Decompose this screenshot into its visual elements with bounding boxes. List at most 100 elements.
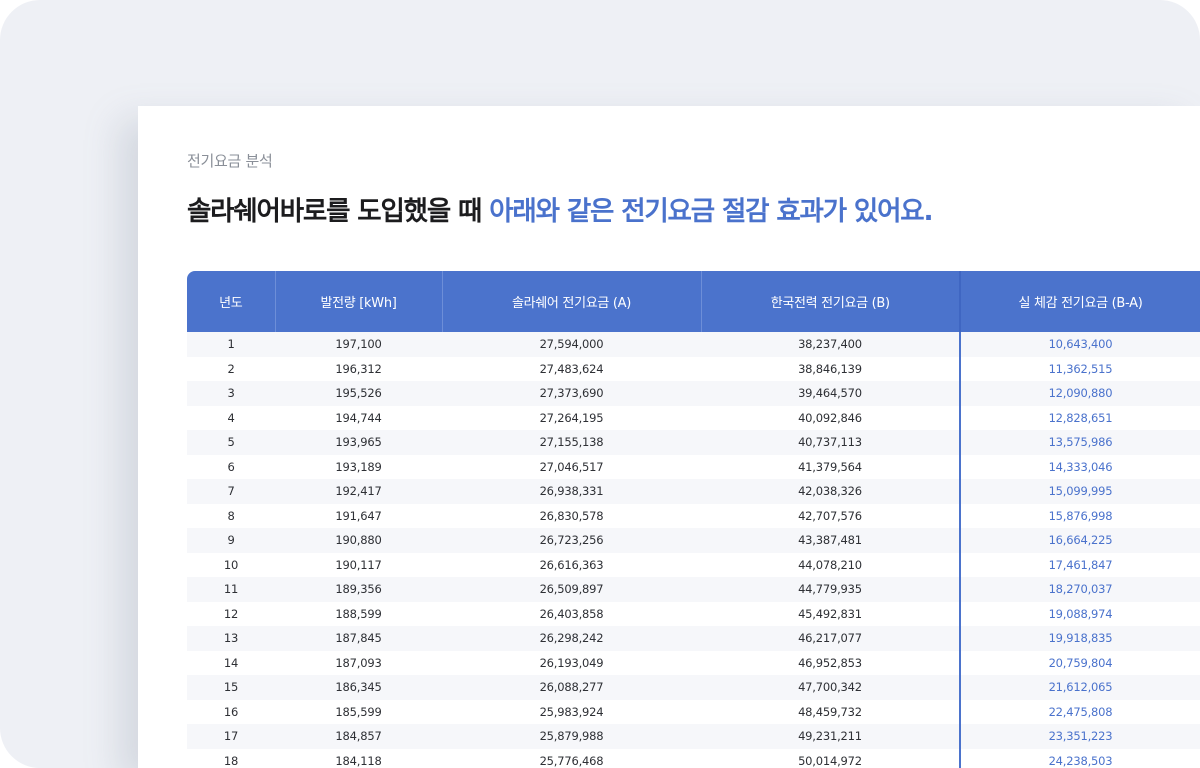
cell-kepco-fee: 45,492,831 bbox=[701, 601, 960, 626]
cell-year: 9 bbox=[187, 528, 275, 553]
cell-saving: 12,828,651 bbox=[959, 405, 1200, 430]
table-row: 6 193,189 27,046,517 41,379,564 14,333,046 bbox=[187, 454, 1200, 479]
table-row: 16 185,599 25,983,924 48,459,732 22,475,808 bbox=[187, 699, 1200, 724]
table-header-row: 년도 발전량 [kWh] 솔라쉐어 전기요금 (A) 한국전력 전기요금 (B)… bbox=[187, 271, 1200, 332]
cell-solar-fee: 26,509,897 bbox=[442, 577, 701, 602]
cell-generation: 186,345 bbox=[275, 675, 442, 700]
cell-year: 14 bbox=[187, 650, 275, 675]
analysis-card: 전기요금 분석 솔라쉐어바로를 도입했을 때 아래와 같은 전기요금 절감 효과… bbox=[138, 106, 1200, 768]
table-row: 8 191,647 26,830,578 42,707,576 15,876,998 bbox=[187, 503, 1200, 528]
cell-solar-fee: 25,776,468 bbox=[442, 748, 701, 768]
header-year: 년도 bbox=[187, 271, 276, 332]
cell-saving: 16,664,225 bbox=[959, 528, 1200, 553]
cell-year: 16 bbox=[187, 699, 275, 724]
table-body: 1 197,100 27,594,000 38,237,400 10,643,400 2 1… bbox=[187, 332, 1200, 768]
cell-saving: 10,643,400 bbox=[959, 332, 1200, 357]
cell-saving: 15,876,998 bbox=[959, 503, 1200, 528]
cell-generation: 185,599 bbox=[275, 699, 442, 724]
cell-year: 17 bbox=[187, 724, 275, 749]
cell-kepco-fee: 48,459,732 bbox=[701, 699, 960, 724]
cell-solar-fee: 26,723,256 bbox=[442, 528, 701, 553]
cell-solar-fee: 26,403,858 bbox=[442, 601, 701, 626]
table-row: 1 197,100 27,594,000 38,237,400 10,643,400 bbox=[187, 332, 1200, 357]
cell-kepco-fee: 39,464,570 bbox=[701, 381, 960, 406]
cell-generation: 196,312 bbox=[275, 356, 442, 381]
cell-year: 11 bbox=[187, 577, 275, 602]
cell-generation: 189,356 bbox=[275, 577, 442, 602]
cell-solar-fee: 27,046,517 bbox=[442, 454, 701, 479]
cell-saving: 22,475,808 bbox=[959, 699, 1200, 724]
cell-generation: 187,845 bbox=[275, 626, 442, 651]
cell-kepco-fee: 38,846,139 bbox=[701, 356, 960, 381]
cell-generation: 192,417 bbox=[275, 479, 442, 504]
cell-year: 1 bbox=[187, 332, 275, 357]
headline-accent-text: 아래와 같은 전기요금 절감 효과가 있어요. bbox=[489, 196, 933, 227]
table-row: 9 190,880 26,723,256 43,387,481 16,664,225 bbox=[187, 528, 1200, 553]
cell-kepco-fee: 46,217,077 bbox=[701, 626, 960, 651]
table-header: 년도 발전량 [kWh] 솔라쉐어 전기요금 (A) 한국전력 전기요금 (B)… bbox=[187, 271, 1200, 332]
cell-solar-fee: 27,264,195 bbox=[442, 405, 701, 430]
cell-generation: 188,599 bbox=[275, 601, 442, 626]
cell-generation: 193,965 bbox=[275, 430, 442, 455]
cell-saving: 21,612,065 bbox=[959, 675, 1200, 700]
cell-saving: 20,759,804 bbox=[959, 650, 1200, 675]
cell-kepco-fee: 40,737,113 bbox=[701, 430, 960, 455]
cell-saving: 17,461,847 bbox=[959, 552, 1200, 577]
table-row: 14 187,093 26,193,049 46,952,853 20,759,804 bbox=[187, 650, 1200, 675]
cell-year: 12 bbox=[187, 601, 275, 626]
cell-year: 7 bbox=[187, 479, 275, 504]
cell-saving: 15,099,995 bbox=[959, 479, 1200, 504]
cell-saving: 19,088,974 bbox=[959, 601, 1200, 626]
table-row: 5 193,965 27,155,138 40,737,113 13,575,986 bbox=[187, 430, 1200, 455]
cell-solar-fee: 27,373,690 bbox=[442, 381, 701, 406]
header-generation: 발전량 [kWh] bbox=[275, 271, 443, 332]
cell-generation: 197,100 bbox=[275, 332, 442, 357]
cell-solar-fee: 26,830,578 bbox=[442, 503, 701, 528]
cell-kepco-fee: 38,237,400 bbox=[701, 332, 960, 357]
table-row: 17 184,857 25,879,988 49,231,211 23,351,223 bbox=[187, 724, 1200, 749]
section-headline: 솔라쉐어바로를 도입했을 때 아래와 같은 전기요금 절감 효과가 있어요. bbox=[187, 189, 934, 228]
cell-generation: 190,117 bbox=[275, 552, 442, 577]
cell-saving: 23,351,223 bbox=[959, 724, 1200, 749]
cell-solar-fee: 27,155,138 bbox=[442, 430, 701, 455]
header-saving: 실 체감 전기요금 (B-A) bbox=[959, 271, 1200, 332]
electricity-fee-table: 년도 발전량 [kWh] 솔라쉐어 전기요금 (A) 한국전력 전기요금 (B)… bbox=[187, 271, 1200, 768]
cell-generation: 195,526 bbox=[275, 381, 442, 406]
cell-kepco-fee: 49,231,211 bbox=[701, 724, 960, 749]
cell-kepco-fee: 41,379,564 bbox=[701, 454, 960, 479]
cell-kepco-fee: 47,700,342 bbox=[701, 675, 960, 700]
cell-solar-fee: 26,938,331 bbox=[442, 479, 701, 504]
cell-saving: 14,333,046 bbox=[959, 454, 1200, 479]
cell-saving: 13,575,986 bbox=[959, 430, 1200, 455]
cell-year: 13 bbox=[187, 626, 275, 651]
cell-year: 6 bbox=[187, 454, 275, 479]
cell-year: 3 bbox=[187, 381, 275, 406]
table-row: 13 187,845 26,298,242 46,217,077 19,918,835 bbox=[187, 626, 1200, 651]
cell-solar-fee: 25,983,924 bbox=[442, 699, 701, 724]
table-row: 4 194,744 27,264,195 40,092,846 12,828,651 bbox=[187, 405, 1200, 430]
cell-kepco-fee: 44,779,935 bbox=[701, 577, 960, 602]
table-row: 12 188,599 26,403,858 45,492,831 19,088,974 bbox=[187, 601, 1200, 626]
cell-year: 2 bbox=[187, 356, 275, 381]
cell-year: 10 bbox=[187, 552, 275, 577]
header-solar-fee: 솔라쉐어 전기요금 (A) bbox=[442, 271, 702, 332]
cell-generation: 184,118 bbox=[275, 748, 442, 768]
cell-generation: 193,189 bbox=[275, 454, 442, 479]
cell-saving: 12,090,880 bbox=[959, 381, 1200, 406]
cell-kepco-fee: 42,038,326 bbox=[701, 479, 960, 504]
table-row: 15 186,345 26,088,277 47,700,342 21,612,065 bbox=[187, 675, 1200, 700]
cell-year: 5 bbox=[187, 430, 275, 455]
cell-saving: 24,238,503 bbox=[959, 748, 1200, 768]
cell-saving: 18,270,037 bbox=[959, 577, 1200, 602]
cell-solar-fee: 26,298,242 bbox=[442, 626, 701, 651]
cell-solar-fee: 26,193,049 bbox=[442, 650, 701, 675]
cell-solar-fee: 25,879,988 bbox=[442, 724, 701, 749]
cell-generation: 191,647 bbox=[275, 503, 442, 528]
cell-kepco-fee: 40,092,846 bbox=[701, 405, 960, 430]
cell-generation: 194,744 bbox=[275, 405, 442, 430]
table-row: 7 192,417 26,938,331 42,038,326 15,099,995 bbox=[187, 479, 1200, 504]
cell-year: 15 bbox=[187, 675, 275, 700]
cell-generation: 190,880 bbox=[275, 528, 442, 553]
cell-year: 4 bbox=[187, 405, 275, 430]
cell-year: 8 bbox=[187, 503, 275, 528]
